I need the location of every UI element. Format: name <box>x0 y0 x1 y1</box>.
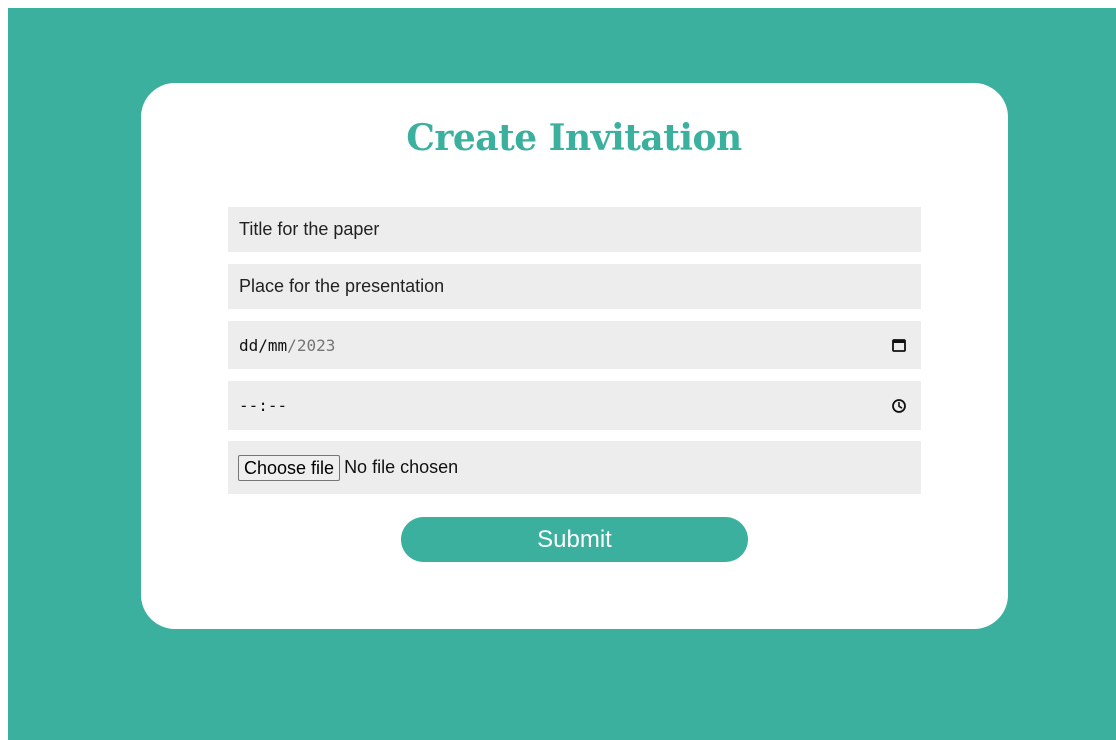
calendar-icon[interactable] <box>891 337 907 353</box>
paper-title-placeholder: Title for the paper <box>239 219 380 239</box>
date-day-segment[interactable]: dd <box>239 336 258 355</box>
date-separator: / <box>258 335 268 355</box>
paper-title-field[interactable]: Title for the paper <box>228 207 921 252</box>
date-year-segment[interactable]: 2023 <box>297 336 336 355</box>
file-status-text: No file chosen <box>344 457 459 477</box>
clock-icon[interactable] <box>891 398 907 414</box>
time-field[interactable]: --:-- <box>228 381 921 430</box>
presentation-place-placeholder: Place for the presentation <box>239 276 445 296</box>
date-separator: / <box>287 335 297 355</box>
presentation-place-field[interactable]: Place for the presentation <box>228 264 921 309</box>
date-field[interactable]: dd / mm/2023 <box>228 321 921 369</box>
choose-file-button[interactable]: Choose file <box>238 454 341 481</box>
time-display[interactable]: --:-- <box>239 396 287 415</box>
file-upload-field: Choose file No file chosen <box>228 441 921 494</box>
date-month-segment[interactable]: mm <box>268 336 287 355</box>
submit-button[interactable]: Submit <box>401 517 748 562</box>
page-title: Create Invitation <box>406 117 742 159</box>
